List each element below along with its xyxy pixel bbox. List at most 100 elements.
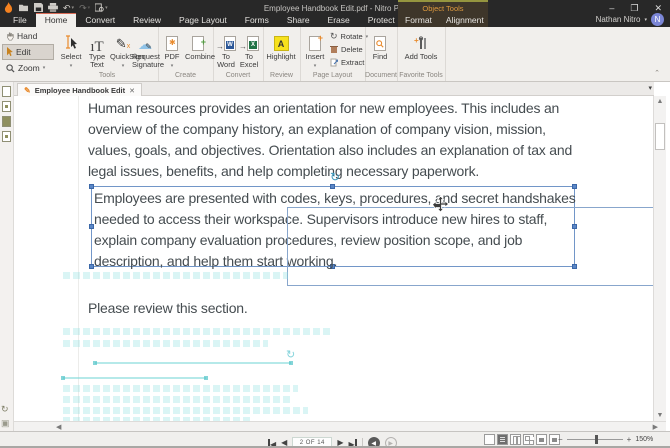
zoom-label: Zoom (18, 63, 40, 73)
zoom-out-button[interactable]: − (558, 435, 563, 444)
tab-alignment[interactable]: Alignment (439, 13, 491, 27)
paragraph-1-line: overview of the company history, an expl… (88, 119, 572, 140)
nitro-flame-icon (4, 2, 13, 13)
trash-icon (330, 45, 338, 54)
facing-pages-view-button[interactable] (510, 434, 521, 445)
page-layout-small-buttons: ↻Rotate▾ Delete Extract (330, 30, 368, 69)
document-tab-close-icon[interactable]: ✕ (129, 87, 135, 95)
pages-panel-icon[interactable] (2, 86, 11, 97)
highlight-button[interactable]: A Highlight (266, 29, 296, 61)
insert-button[interactable]: + Insert▾ (302, 29, 328, 70)
type-text-icon: ıT (90, 43, 103, 51)
extract-button[interactable]: Extract (330, 56, 368, 69)
ghost-text-artifact (63, 272, 288, 279)
group-convert: →W To Word →X To Excel Convert (213, 27, 264, 81)
multi-page-view-button[interactable] (523, 434, 534, 445)
scroll-up-icon[interactable]: ▲ (654, 98, 666, 105)
attachments-panel-icon[interactable] (2, 116, 11, 127)
save-icon (34, 3, 43, 12)
last-page-button[interactable]: ▶ (348, 434, 356, 448)
document-canvas[interactable]: Human resources provides an orientation … (14, 96, 653, 421)
zoom-tool-button[interactable]: Zoom ▾ (3, 61, 53, 75)
vertical-scroll-thumb[interactable] (655, 123, 665, 150)
document-tab[interactable]: ✎ Employee Handbook Edit ✕ (17, 83, 142, 97)
print-button[interactable] (48, 3, 58, 12)
page-indicator[interactable]: 2 OF 14 (292, 437, 332, 448)
zoom-in-button[interactable]: + (627, 435, 632, 444)
document-tab-strip: ✎ Employee Handbook Edit ✕ ▾ (14, 82, 654, 96)
ribbon-nav-column: Hand Edit Zoom ▾ (3, 29, 53, 77)
signatures-panel-icon[interactable] (2, 131, 11, 142)
single-page-view-button[interactable] (484, 434, 495, 445)
ghost-text-artifact (63, 328, 333, 335)
undo-button[interactable]: ↶▾ (63, 3, 74, 13)
zoom-slider[interactable] (567, 439, 623, 440)
tab-list-dropdown-icon[interactable]: ▾ (648, 84, 652, 92)
pdf-button[interactable]: ✱ PDF▾ (160, 29, 184, 70)
snapshot-button[interactable]: ▾ (95, 3, 108, 13)
user-account[interactable]: Nathan Nitro ▾ N (596, 13, 664, 26)
add-tools-button[interactable]: + Add Tools (403, 29, 439, 61)
hand-label: Hand (17, 31, 37, 41)
to-word-button[interactable]: →W To Word (215, 29, 237, 69)
combine-button[interactable]: + Combine (185, 29, 211, 61)
group-label-favorite-tools: Favorite Tools (397, 72, 445, 79)
tab-page-layout[interactable]: Page Layout (170, 13, 236, 27)
output-panel-icon[interactable]: ▣ (1, 418, 10, 429)
to-excel-button[interactable]: →X To Excel (238, 29, 260, 69)
scroll-down-icon[interactable]: ▼ (654, 412, 666, 419)
scroll-right-icon[interactable]: ▶ (653, 423, 658, 431)
open-button[interactable] (18, 3, 29, 12)
tab-file[interactable]: File (4, 13, 36, 27)
group-label-review: Review (263, 72, 300, 79)
tab-format[interactable]: Format (398, 13, 439, 27)
edit-tool-button[interactable]: Edit (3, 45, 53, 59)
save-button[interactable] (34, 3, 43, 12)
avatar[interactable]: N (651, 13, 664, 26)
vertical-scrollbar[interactable]: ▲ ▼ (653, 96, 666, 421)
zoom-slider-thumb[interactable] (595, 435, 598, 444)
select-button[interactable]: Select▾ (58, 29, 84, 70)
type-text-button[interactable]: ıT Type Text (84, 29, 110, 69)
find-page-icon (374, 36, 386, 51)
tab-erase[interactable]: Erase (319, 13, 359, 27)
overlapping-text-box[interactable] (287, 207, 653, 286)
tab-protect[interactable]: Protect (359, 13, 404, 27)
request-signature-button[interactable]: ☁✎ Request Signature (132, 29, 158, 69)
paragraph-3: Please review this section. (88, 298, 248, 319)
fit-page-view-button[interactable] (536, 434, 547, 445)
group-page-layout: + Insert▾ ↻Rotate▾ Delete Extract Page L… (300, 27, 366, 81)
history-forward-button[interactable]: ▶ (385, 437, 397, 448)
bookmarks-panel-icon[interactable] (2, 101, 11, 112)
group-label-convert: Convert (213, 72, 263, 79)
ribbon-collapse-button[interactable]: ⌃ (654, 69, 660, 77)
add-tools-icon: + (414, 36, 428, 51)
previous-page-button[interactable]: ◀ (281, 438, 287, 448)
tab-share[interactable]: Share (278, 13, 319, 27)
tab-forms[interactable]: Forms (236, 13, 278, 27)
first-page-button[interactable]: ◀ (268, 434, 276, 448)
next-page-button[interactable]: ▶ (337, 438, 343, 448)
tab-home[interactable]: Home (36, 13, 77, 27)
scroll-left-icon[interactable]: ◀ (56, 423, 61, 431)
page-navigation: ◀ ◀ 2 OF 14 ▶ ▶ ◀ ▶ (268, 434, 397, 448)
tab-convert[interactable]: Convert (76, 13, 124, 27)
paragraph-2-line: Employees are presented with codes, keys… (94, 188, 576, 209)
horizontal-scrollbar[interactable]: ◀ ▶ (14, 421, 666, 431)
refresh-panel-icon[interactable]: ↻ (1, 404, 9, 415)
edit-label: Edit (16, 47, 31, 57)
find-button[interactable]: Find (368, 29, 392, 61)
history-back-button[interactable]: ◀ (368, 437, 380, 448)
rotate-button[interactable]: ↻Rotate▾ (330, 30, 368, 43)
rotate-handle-icon[interactable]: ↻ (330, 171, 340, 183)
redo-button[interactable]: ↷▾ (79, 3, 90, 13)
hand-icon (6, 32, 14, 41)
tab-review[interactable]: Review (124, 13, 170, 27)
arrow-icon: → (216, 43, 224, 51)
continuous-view-button[interactable] (497, 434, 508, 445)
arrow-icon: → (239, 43, 247, 51)
svg-text:+: + (414, 36, 419, 45)
delete-button[interactable]: Delete (330, 43, 368, 56)
insert-page-icon: + (309, 36, 321, 51)
hand-tool-button[interactable]: Hand (3, 29, 53, 43)
